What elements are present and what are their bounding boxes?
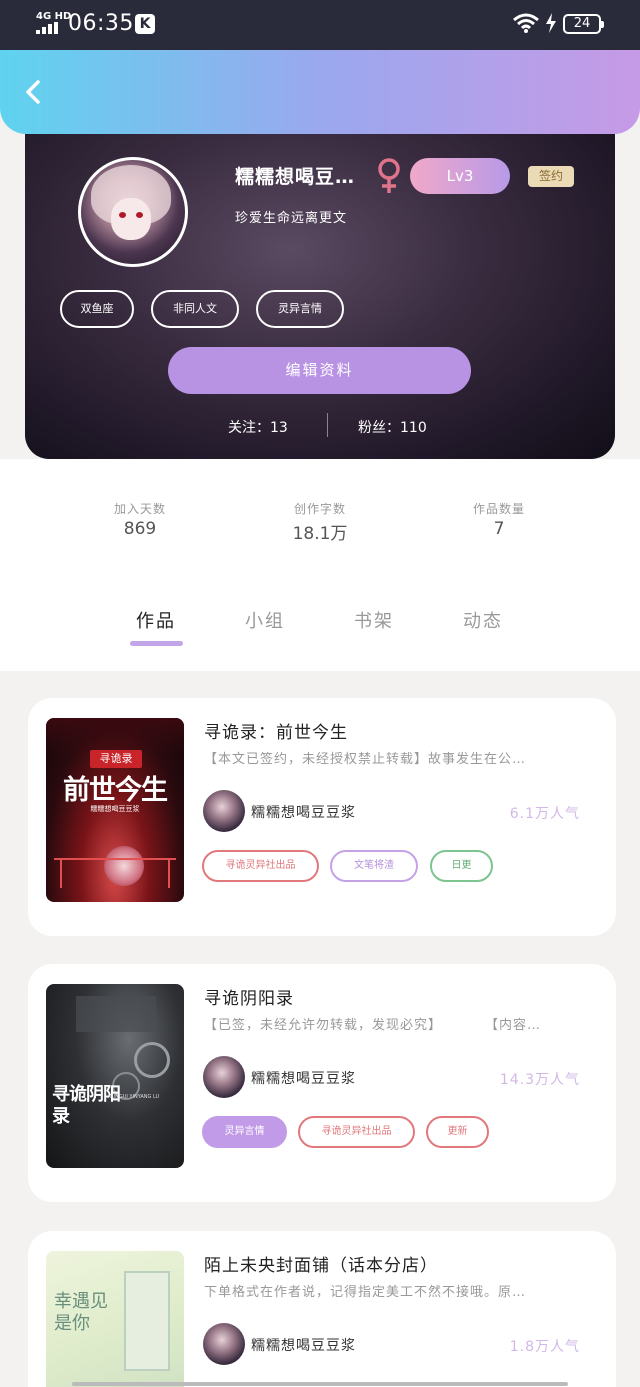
tab-bookshelf[interactable]: 书架: [354, 607, 394, 633]
work-title[interactable]: 陌上未央封面铺（话本分店）: [204, 1251, 438, 1276]
tab-bar: [0, 581, 640, 671]
stats-card: 加入天数 869 创作字数 18.1万 作品数量 7: [51, 440, 588, 581]
author-name: 糯糯想喝豆豆浆: [251, 1338, 356, 1354]
stat-label: 加入天数: [113, 502, 166, 516]
stat-label: 创作字数: [293, 502, 346, 516]
tab-activity[interactable]: 动态: [463, 607, 503, 633]
app-badge-icon: K: [135, 14, 155, 34]
level-badge: Lv3: [410, 158, 510, 194]
profile-tag: 非同人文: [151, 290, 239, 328]
status-bar: 4G HD 06:35 K 24: [0, 0, 640, 50]
profile-tag: 灵异言情: [256, 290, 344, 328]
wifi-icon: [513, 13, 539, 33]
book-cover-image[interactable]: 寻诡录 前世今生 糯糯想喝豆豆浆: [46, 718, 184, 902]
popularity-count: 6.1万人气: [509, 806, 580, 822]
stat-value: 869: [123, 519, 157, 539]
avatar[interactable]: [78, 157, 188, 267]
charging-icon: [546, 13, 556, 33]
back-arrow-icon[interactable]: [22, 78, 46, 106]
scroll-indicator: [72, 1382, 568, 1386]
stat-label: 作品数量: [472, 502, 525, 516]
tab-groups[interactable]: 小组: [245, 607, 285, 633]
signal-icon: [36, 22, 62, 34]
edit-profile-button[interactable]: 编辑资料: [168, 347, 471, 394]
book-cover-image[interactable]: 幸遇见是你: [46, 1251, 184, 1387]
author-name: 糯糯想喝豆豆浆: [251, 805, 356, 821]
work-description: 下单格式在作者说，记得指定美工不然不接哦。原…: [204, 1285, 527, 1300]
divider: [327, 413, 328, 437]
work-title[interactable]: 寻诡阴阳录: [204, 984, 294, 1009]
user-motto: 珍爱生命远离更文: [235, 211, 348, 226]
author-avatar: [203, 790, 245, 832]
book-cover-image[interactable]: 寻诡阴阳录 XUNGUI YINYANG LU: [46, 984, 184, 1168]
stat-value: 7: [493, 519, 505, 539]
work-card[interactable]: 寻诡录 前世今生 糯糯想喝豆豆浆 寻诡录：前世今生 【本文已签约，未经授权禁止转…: [28, 698, 616, 936]
popularity-count: 1.8万人气: [509, 1339, 580, 1355]
work-tag[interactable]: 文笔将渣: [330, 850, 418, 882]
clock: 06:35: [68, 11, 134, 36]
cover-title: 前世今生: [63, 775, 168, 806]
work-title[interactable]: 寻诡录：前世今生: [204, 718, 348, 743]
work-tag[interactable]: 灵异言情: [202, 1116, 287, 1148]
work-tag[interactable]: 寻诡灵异社出品: [298, 1116, 415, 1148]
network-type: 4G HD: [36, 11, 72, 22]
cover-series-label: 寻诡录: [90, 750, 142, 768]
profile-card: 糯糯想喝豆… Lv3 签约 珍爱生命远离更文 双鱼座 非同人文 灵异言情 编辑资…: [25, 110, 615, 459]
stat-value: 18.1万: [292, 524, 348, 544]
cover-title: 幸遇见是你: [54, 1291, 108, 1334]
profile-tag: 双鱼座: [60, 290, 134, 328]
work-tag[interactable]: 寻诡灵异社出品: [202, 850, 319, 882]
stat-days: 加入天数 869: [80, 500, 200, 539]
author-name: 糯糯想喝豆豆浆: [251, 1071, 356, 1087]
work-description: 【本文已签约，未经授权禁止转载】故事发生在公…: [204, 752, 527, 767]
female-icon: [378, 158, 400, 193]
stat-words: 创作字数 18.1万: [260, 500, 380, 544]
work-tag[interactable]: 日更: [430, 850, 493, 882]
following-count[interactable]: 关注：13: [228, 417, 288, 437]
signed-badge: 签约: [528, 166, 574, 187]
stat-works: 作品数量 7: [439, 500, 559, 539]
work-card[interactable]: 寻诡阴阳录 XUNGUI YINYANG LU 寻诡阴阳录 【已签，未经允许勿转…: [28, 964, 616, 1202]
work-description: 【已签，未经允许勿转载，发现必究】 【内容…: [204, 1018, 542, 1033]
cover-subtitle: XUNGUI YINYANG LU: [108, 1094, 160, 1100]
author-avatar: [203, 1056, 245, 1098]
tab-works[interactable]: 作品: [136, 607, 176, 633]
popularity-count: 14.3万人气: [499, 1072, 580, 1088]
work-tag[interactable]: 更新: [426, 1116, 489, 1148]
username: 糯糯想喝豆…: [235, 166, 356, 188]
fans-count[interactable]: 粉丝：110: [358, 417, 427, 437]
battery-icon: 24: [563, 14, 604, 34]
header-bar: [0, 50, 640, 134]
cover-title: 寻诡阴阳录: [52, 1084, 121, 1127]
author-avatar: [203, 1323, 245, 1365]
cover-author: 糯糯想喝豆豆浆: [90, 805, 140, 813]
work-card[interactable]: 幸遇见是你 陌上未央封面铺（话本分店） 下单格式在作者说，记得指定美工不然不接哦…: [28, 1231, 616, 1387]
active-tab-indicator: [130, 641, 183, 646]
